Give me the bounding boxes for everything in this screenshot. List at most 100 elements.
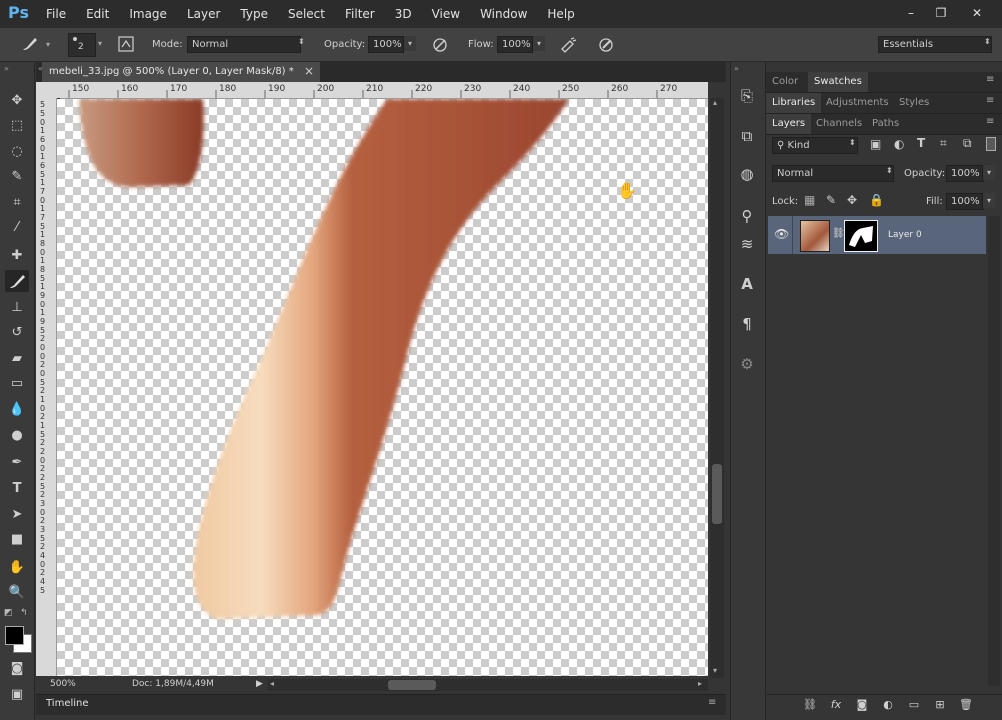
timeline-menu-icon[interactable]: ≡	[708, 697, 716, 708]
brush-panel-toggle-icon[interactable]	[117, 35, 135, 53]
opacity-dropdown-icon[interactable]: ▾	[403, 36, 416, 51]
hand-tool-icon[interactable]: ✋	[5, 557, 29, 579]
opacity-input[interactable]: 100%	[368, 36, 404, 53]
default-colors-icon[interactable]: ◩	[4, 608, 13, 618]
swap-colors-icon[interactable]: ↰	[20, 608, 28, 618]
filter-type-icon[interactable]: T	[917, 136, 925, 150]
eyedropper-tool-icon[interactable]: ⁄	[5, 217, 29, 239]
scroll-right-icon[interactable]: ▸	[698, 679, 702, 688]
filter-shape-icon[interactable]: ⌗	[940, 136, 947, 151]
tab-layers[interactable]: Layers	[766, 114, 812, 134]
menu-help[interactable]: Help	[537, 0, 584, 28]
blend-mode-chevron-icon[interactable]: ⬍	[886, 166, 893, 175]
menu-file[interactable]: File	[36, 0, 76, 28]
delete-layer-icon[interactable]: 🗑	[958, 697, 974, 713]
crop-tool-icon[interactable]: ⌗	[5, 192, 29, 214]
vertical-scrollbar[interactable]	[710, 98, 724, 678]
layer-mask-thumbnail[interactable]	[844, 220, 878, 252]
menu-view[interactable]: View	[422, 0, 470, 28]
layer-thumbnail[interactable]	[800, 220, 830, 252]
document-tab[interactable]: mebeli_33.jpg @ 500% (Layer 0, Layer Mas…	[42, 62, 320, 82]
layers-panel-menu-icon[interactable]: ≡	[986, 116, 994, 127]
history-panel-icon[interactable]: ⎘	[735, 84, 759, 108]
horizontal-scroll-thumb[interactable]	[388, 680, 436, 690]
menu-layer[interactable]: Layer	[177, 0, 230, 28]
lock-transparent-icon[interactable]: ▦	[804, 193, 815, 207]
adjustment-layer-icon[interactable]: ◐	[880, 697, 896, 713]
filter-adjustment-icon[interactable]: ◐	[894, 137, 904, 151]
character-panel-icon[interactable]: A	[735, 272, 759, 296]
layer-opacity-dropdown-icon[interactable]: ▾	[982, 165, 995, 180]
eraser-tool-icon[interactable]: ▰	[5, 348, 29, 370]
blend-mode-select[interactable]: Normal	[772, 165, 894, 182]
zoom-level[interactable]: 500%	[50, 679, 76, 689]
mask-link-icon[interactable]: ⛓	[832, 228, 845, 239]
layer-row[interactable]: 👁 ⛓ Layer 0	[768, 216, 986, 254]
marquee-tool-icon[interactable]: ⬚	[5, 115, 29, 137]
menu-3d[interactable]: 3D	[385, 0, 422, 28]
menu-type[interactable]: Type	[230, 0, 278, 28]
ruler-origin[interactable]	[36, 82, 60, 98]
lock-pixels-icon[interactable]: ✎	[826, 193, 836, 207]
layer-filter-chevron-icon[interactable]: ⬍	[849, 138, 856, 147]
quick-selection-tool-icon[interactable]: ✎	[5, 166, 29, 188]
horizontal-scrollbar[interactable]	[268, 679, 708, 691]
tab-color[interactable]: Color	[766, 72, 804, 92]
layer-name[interactable]: Layer 0	[888, 230, 922, 240]
mode-chevron-icon[interactable]: ⬍	[298, 37, 305, 46]
zoom-tool-icon[interactable]: 🔍	[5, 582, 29, 604]
tool-preset-chevron-icon[interactable]: ▾	[46, 40, 50, 49]
pen-tool-icon[interactable]: ✒	[5, 452, 29, 474]
menu-image[interactable]: Image	[119, 0, 177, 28]
menu-edit[interactable]: Edit	[76, 0, 119, 28]
move-tool-icon[interactable]: ✥	[5, 90, 29, 112]
tab-libraries[interactable]: Libraries	[766, 93, 822, 113]
close-document-icon[interactable]: ×	[304, 64, 314, 78]
add-mask-icon[interactable]: ◙	[854, 697, 870, 713]
lock-all-icon[interactable]: 🔒	[869, 193, 884, 207]
layer-opacity-input[interactable]: 100%	[946, 165, 984, 182]
filter-toggle-switch[interactable]	[986, 137, 996, 151]
healing-brush-tool-icon[interactable]: ✚	[5, 245, 29, 267]
scroll-up-icon[interactable]: ▴	[713, 98, 717, 107]
scroll-down-icon[interactable]: ▾	[713, 666, 717, 675]
tab-channels[interactable]: Channels	[810, 114, 868, 134]
dock-collapse-icon[interactable]: »	[734, 64, 739, 73]
menu-filter[interactable]: Filter	[335, 0, 385, 28]
filter-smart-object-icon[interactable]: ⧉	[963, 136, 972, 151]
workspace-chevron-icon[interactable]: ⬍	[984, 37, 991, 46]
history-brush-tool-icon[interactable]: ↺	[5, 322, 29, 344]
quick-mask-icon[interactable]: ◙	[5, 658, 29, 680]
fill-dropdown-icon[interactable]: ▾	[982, 193, 995, 208]
tab-styles[interactable]: Styles	[893, 93, 935, 113]
brush-tool-preset-icon[interactable]	[20, 35, 40, 53]
toolbox-collapse-icon[interactable]: »	[4, 64, 9, 73]
airbrush-icon[interactable]	[558, 35, 578, 55]
layers-scrollbar[interactable]	[988, 216, 1000, 686]
brush-panel-icon[interactable]: ⚲	[735, 204, 759, 228]
scroll-left-icon[interactable]: ◂	[270, 679, 274, 688]
brush-size-picker[interactable]: 2	[68, 33, 96, 57]
restore-button[interactable]: ❐	[930, 4, 952, 22]
info-panel-icon[interactable]: ◍	[735, 162, 759, 186]
path-selection-tool-icon[interactable]: ➤	[5, 504, 29, 526]
link-layers-icon[interactable]: ⛓	[802, 697, 818, 713]
workspace-select[interactable]: Essentials	[878, 36, 992, 53]
eye-icon[interactable]: 👁	[774, 227, 789, 241]
library-panel-menu-icon[interactable]: ≡	[986, 95, 994, 106]
foreground-color-swatch[interactable]	[5, 626, 24, 645]
flow-input[interactable]: 100%	[497, 36, 533, 53]
screen-mode-icon[interactable]: ▣	[5, 684, 29, 706]
new-layer-icon[interactable]: ⊞	[932, 697, 948, 713]
mode-select[interactable]: Normal	[187, 36, 301, 53]
gradient-tool-icon[interactable]: ▭	[5, 373, 29, 395]
type-tool-icon[interactable]: T	[5, 478, 29, 500]
tab-paths[interactable]: Paths	[866, 114, 905, 134]
flow-dropdown-icon[interactable]: ▾	[532, 36, 545, 51]
pressure-size-icon[interactable]	[596, 35, 616, 55]
color-panel-menu-icon[interactable]: ≡	[986, 74, 994, 85]
menu-window[interactable]: Window	[470, 0, 537, 28]
lasso-tool-icon[interactable]: ◌	[5, 141, 29, 163]
rectangle-tool-icon[interactable]: ■	[5, 529, 29, 551]
clone-stamp-tool-icon[interactable]: ⊥	[5, 297, 29, 319]
